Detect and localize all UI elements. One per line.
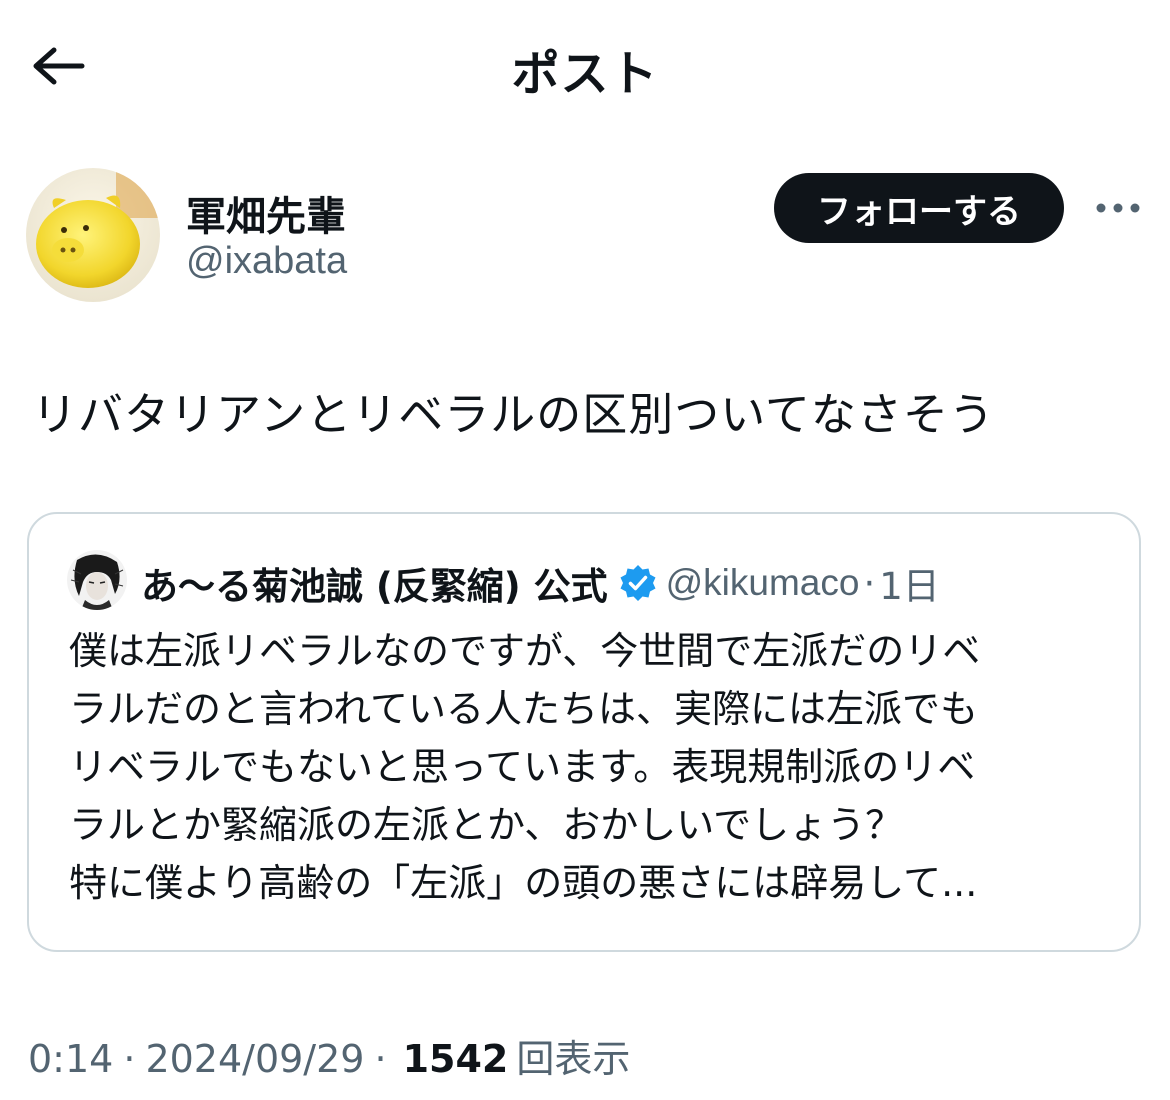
meta-separator: ·	[123, 1037, 136, 1081]
quote-text-line: リベラルでもないと思っています。表現規制派のリベ	[69, 745, 976, 789]
quote-separator: ·	[863, 561, 876, 605]
author-avatar[interactable]	[26, 168, 160, 302]
follow-button[interactable]: フォローする	[774, 173, 1064, 243]
quoted-post-card[interactable]: あ〜る菊池誠 (反緊縮) 公式 @kikumaco · 1日 僕は左派リベラルな…	[27, 512, 1141, 952]
quote-author-name[interactable]: あ〜る菊池誠 (反緊縮) 公式	[141, 556, 608, 610]
verified-badge-icon	[618, 563, 658, 603]
quote-text-line: ラルだのと言われている人たちは、実際には左派でも	[69, 687, 978, 731]
post-time[interactable]: 0:14	[28, 1037, 113, 1081]
author-name[interactable]: 軍畑先輩	[186, 184, 346, 242]
meta-separator: ·	[374, 1037, 387, 1081]
views-count[interactable]: 1542	[403, 1037, 509, 1081]
tweet-text: リバタリアンとリベラルの区別ついてなさそう	[32, 388, 995, 441]
quote-author-avatar	[67, 550, 127, 610]
quote-author-handle: @kikumaco	[665, 562, 860, 603]
quote-text: 僕は左派リベラルなのですが、今世間で左派だのリベ ラルだのと言われている人たちは…	[69, 622, 1109, 912]
more-horizontal-icon	[1095, 199, 1141, 218]
more-options-button[interactable]	[1088, 188, 1148, 228]
quote-text-line: 僕は左派リベラルなのですが、今世間で左派だのリベ	[69, 629, 981, 673]
views-label[interactable]: 回表示	[516, 1028, 630, 1083]
author-handle[interactable]: @ixabata	[186, 240, 347, 283]
page-title: ポスト	[511, 46, 659, 102]
quote-text-line: 特に僕より高齢の「左派」の頭の悪さには辟易して...	[69, 861, 978, 905]
quote-text-line: ラルとか緊縮派の左派とか、おかしいでしょう？	[69, 803, 904, 847]
post-meta: 0:14 · 2024/09/29 · 1542 回表示	[28, 1028, 630, 1083]
quote-header: あ〜る菊池誠 (反緊縮) 公式 @kikumaco · 1日	[141, 556, 940, 610]
quote-timestamp: 1日	[879, 565, 940, 608]
post-date[interactable]: 2024/09/29	[145, 1037, 364, 1081]
